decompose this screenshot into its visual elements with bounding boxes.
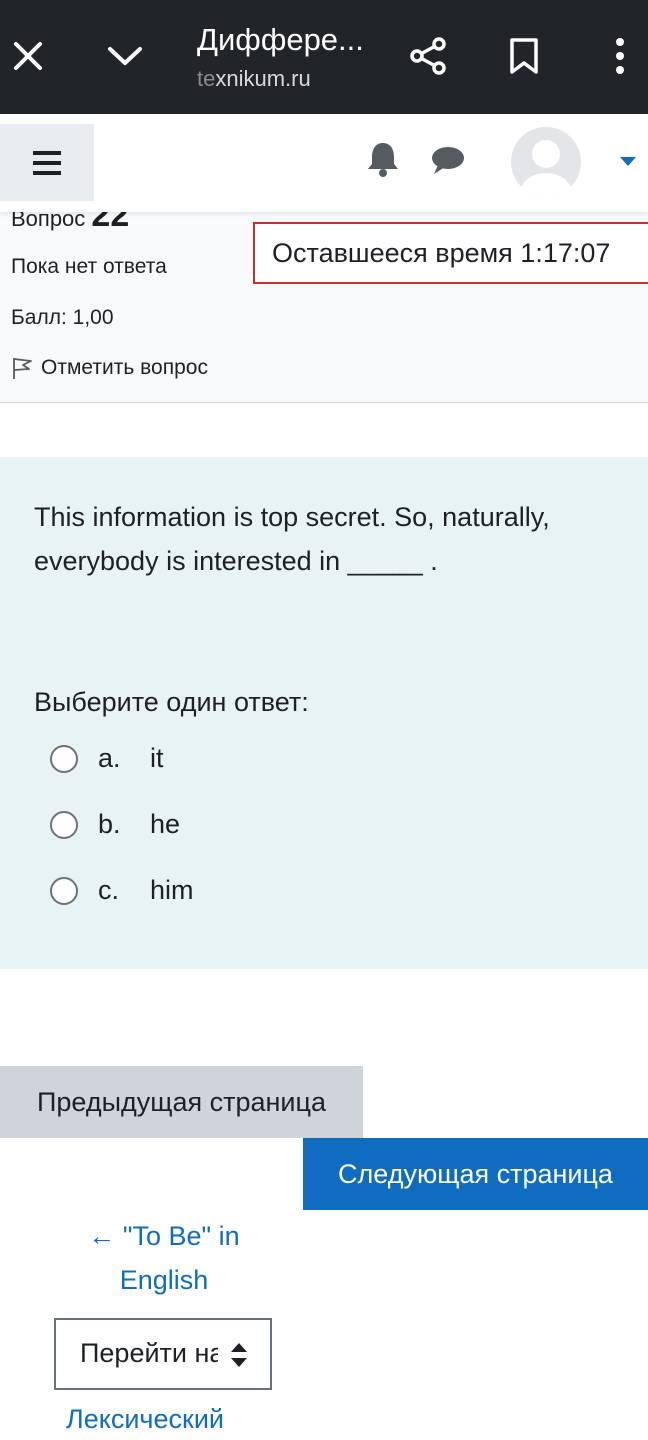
question-state: Пока нет ответа: [11, 255, 167, 278]
answer-option-c[interactable]: c. him: [50, 875, 194, 906]
question-text: This information is top secret. So, natu…: [34, 502, 550, 576]
option-letter: b.: [98, 809, 121, 839]
previous-page-button[interactable]: Предыдущая страница: [0, 1066, 363, 1138]
bookmark-icon[interactable]: [502, 32, 546, 80]
browser-toolbar: Диффере... texnikum.ru: [0, 0, 648, 114]
user-avatar[interactable]: [511, 127, 581, 197]
hamburger-menu-button[interactable]: [0, 124, 94, 201]
radio-button[interactable]: [50, 744, 78, 773]
jump-to-selected-value: Перейти на...: [80, 1338, 218, 1368]
tab-title[interactable]: Диффере...: [197, 22, 364, 58]
question-grade: Балл: 1,00: [11, 306, 114, 329]
jump-to-select[interactable]: Перейти на...: [54, 1318, 272, 1390]
previous-activity-link[interactable]: ← "To Be" in English: [66, 1214, 262, 1302]
user-silhouette-icon: [520, 140, 572, 197]
answer-option-a[interactable]: a. it: [50, 743, 164, 774]
quiz-timer: Оставшееся время 1:17:07: [253, 222, 648, 284]
option-text: he: [150, 809, 181, 839]
share-icon[interactable]: [404, 32, 452, 80]
option-text: it: [150, 743, 164, 773]
site-navbar: [0, 114, 648, 212]
hamburger-icon: [33, 150, 61, 175]
next-activity-link[interactable]: Лексический: [66, 1404, 224, 1435]
answer-option-b[interactable]: b. he: [50, 809, 180, 840]
flag-question-label: Отметить вопрос: [41, 356, 208, 379]
user-menu-caret-icon[interactable]: [620, 154, 636, 172]
flag-icon: [13, 358, 32, 379]
messages-chat-icon[interactable]: [430, 146, 466, 181]
answer-prompt: Выберите один ответ:: [34, 687, 309, 717]
chevron-down-icon[interactable]: [102, 33, 148, 79]
next-page-button[interactable]: Следующая страница: [303, 1138, 648, 1210]
select-arrows-icon: [230, 1342, 248, 1373]
question-content: This information is top secret. So, natu…: [0, 457, 648, 969]
radio-button[interactable]: [50, 810, 78, 839]
option-letter: a.: [98, 743, 121, 773]
option-text: him: [150, 875, 194, 905]
more-options-icon[interactable]: [600, 32, 640, 80]
question-number: Вопрос 22: [11, 212, 130, 234]
tab-domain: texnikum.ru: [197, 66, 311, 91]
notifications-bell-icon[interactable]: [365, 140, 401, 183]
option-letter: c.: [98, 875, 120, 905]
radio-button[interactable]: [50, 876, 78, 905]
flag-question-link[interactable]: Отметить вопрос: [11, 356, 208, 380]
close-icon[interactable]: [8, 33, 48, 79]
